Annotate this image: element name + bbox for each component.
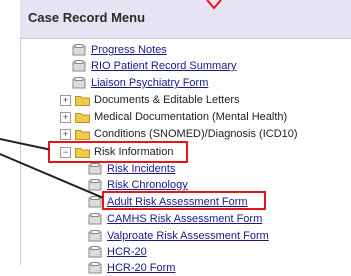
tree-item-valproate-risk-assessment-form[interactable]: Valproate Risk Assessment Form — [88, 228, 269, 244]
document-icon — [88, 262, 103, 274]
tree-folder-medical-documentation[interactable]: + Medical Documentation (Mental Health) — [60, 109, 287, 125]
folder-icon — [75, 112, 90, 123]
document-icon — [72, 44, 87, 56]
document-icon — [88, 179, 103, 191]
highlight-adult-risk-assessment-form — [102, 191, 266, 210]
tree-item-liaison-psychiatry-form[interactable]: Liaison Psychiatry Form — [72, 75, 208, 91]
tree-item-label[interactable]: CAMHS Risk Assessment Form — [107, 213, 262, 225]
document-icon — [88, 213, 103, 225]
case-record-tree: Progress Notes RIO Patient Record Summar… — [0, 0, 351, 274]
tree-folder-conditions-diagnosis[interactable]: + Conditions (SNOMED)/Diagnosis (ICD10) — [60, 126, 298, 142]
tree-item-label[interactable]: RIO Patient Record Summary — [91, 60, 237, 72]
document-icon — [72, 60, 87, 72]
tree-item-camhs-risk-assessment-form[interactable]: CAMHS Risk Assessment Form — [88, 211, 262, 227]
tree-item-label[interactable]: HCR-20 — [107, 246, 147, 258]
tree-item-rio-patient-record-summary[interactable]: RIO Patient Record Summary — [72, 58, 237, 74]
folder-icon — [75, 129, 90, 140]
document-icon — [72, 77, 87, 89]
document-icon — [88, 246, 103, 258]
tree-item-hcr-20-form[interactable]: HCR-20 Form — [88, 260, 175, 276]
tree-item-progress-notes[interactable]: Progress Notes — [72, 42, 167, 58]
tree-folder-documents-editable-letters[interactable]: + Documents & Editable Letters — [60, 92, 240, 108]
tree-item-hcr-20[interactable]: HCR-20 — [88, 244, 147, 260]
tree-item-label[interactable]: Liaison Psychiatry Form — [91, 77, 208, 89]
expand-icon[interactable]: + — [60, 111, 71, 123]
tree-item-label[interactable]: Progress Notes — [91, 44, 167, 56]
folder-icon — [75, 95, 90, 106]
document-icon — [88, 230, 103, 242]
tree-item-label[interactable]: Conditions (SNOMED)/Diagnosis (ICD10) — [94, 128, 298, 140]
expand-icon[interactable]: + — [60, 128, 71, 140]
tree-item-risk-incidents[interactable]: Risk Incidents — [88, 161, 175, 177]
tree-item-label[interactable]: Risk Incidents — [107, 163, 175, 175]
tree-item-label[interactable]: HCR-20 Form — [107, 262, 175, 274]
tree-item-label[interactable]: Documents & Editable Letters — [94, 94, 240, 106]
tree-item-label[interactable]: Risk Chronology — [107, 179, 188, 191]
tree-item-label[interactable]: Medical Documentation (Mental Health) — [94, 111, 287, 123]
tree-item-label[interactable]: Valproate Risk Assessment Form — [107, 230, 269, 242]
highlight-risk-information — [48, 141, 188, 163]
document-icon — [88, 163, 103, 175]
expand-icon[interactable]: + — [60, 94, 71, 106]
